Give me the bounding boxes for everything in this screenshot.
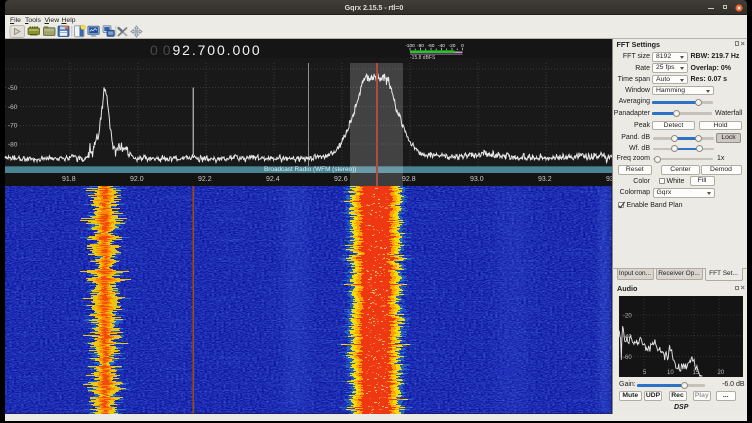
svg-text:-60: -60 xyxy=(623,355,632,361)
svg-text:20: 20 xyxy=(718,370,725,376)
svg-text:-20: -20 xyxy=(623,314,632,320)
svg-text:10: 10 xyxy=(667,370,674,376)
svg-text:5: 5 xyxy=(643,370,647,376)
